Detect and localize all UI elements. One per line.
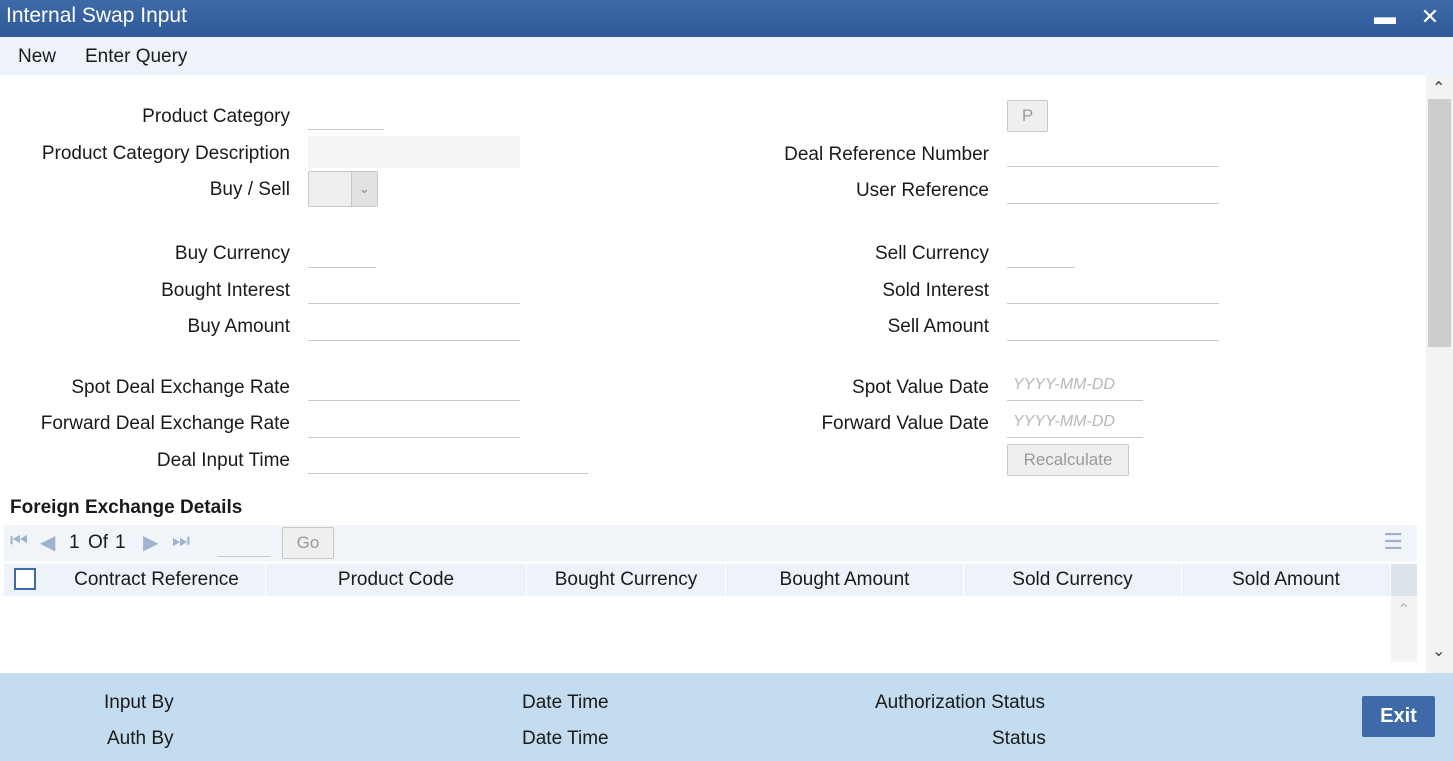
column-header-bought-currency[interactable]: Bought Currency bbox=[527, 564, 726, 596]
exit-button[interactable]: Exit bbox=[1362, 696, 1435, 737]
fx-details-grid-header: Contract Reference Product Code Bought C… bbox=[4, 564, 1417, 596]
product-category-input[interactable] bbox=[308, 98, 384, 130]
deal-input-time-label: Deal Input Time bbox=[156, 450, 290, 471]
deal-input-time-input[interactable] bbox=[308, 442, 588, 474]
fx-details-pager: ⏮ ◀ 1 Of 1 ▶ ⏭ Go ☰ bbox=[4, 525, 1417, 561]
spot-deal-exchange-rate-input[interactable] bbox=[308, 369, 520, 401]
chevron-down-icon: ⌄ bbox=[351, 172, 377, 206]
menu-bar: New Enter Query bbox=[0, 37, 1453, 75]
scroll-down-icon[interactable]: ⌄ bbox=[1432, 641, 1445, 661]
forward-deal-exchange-rate-input[interactable] bbox=[308, 406, 520, 438]
date-time-label: Date Time bbox=[522, 692, 609, 713]
spot-value-date-input[interactable] bbox=[1007, 369, 1143, 401]
scrollbar-thumb[interactable] bbox=[1428, 99, 1451, 347]
fx-details-title: Foreign Exchange Details bbox=[10, 497, 243, 518]
previous-page-icon[interactable]: ◀ bbox=[40, 530, 55, 555]
auth-date-time-label: Date Time bbox=[522, 728, 609, 749]
current-page: 1 bbox=[69, 532, 80, 553]
sold-interest-label: Sold Interest bbox=[882, 280, 989, 301]
last-page-icon[interactable]: ⏭ bbox=[172, 530, 190, 553]
product-category-label: Product Category bbox=[142, 106, 290, 127]
first-page-icon[interactable]: ⏮ bbox=[10, 530, 28, 553]
chevron-up-icon[interactable]: ⌃ bbox=[1397, 600, 1410, 620]
buy-sell-label: Buy / Sell bbox=[209, 179, 290, 200]
spot-deal-exchange-rate-label: Spot Deal Exchange Rate bbox=[71, 377, 290, 398]
total-pages: 1 bbox=[115, 532, 126, 553]
buy-sell-select[interactable]: ⌄ bbox=[308, 171, 378, 207]
product-category-description-label: Product Category Description bbox=[41, 143, 290, 164]
forward-value-date-label: Forward Value Date bbox=[821, 413, 989, 434]
sell-amount-input[interactable] bbox=[1007, 309, 1219, 341]
user-reference-label: User Reference bbox=[855, 180, 989, 201]
buy-currency-label: Buy Currency bbox=[174, 243, 290, 264]
sell-currency-input[interactable] bbox=[1007, 236, 1075, 268]
buy-currency-input[interactable] bbox=[308, 236, 376, 268]
window-title: Internal Swap Input bbox=[6, 4, 187, 27]
status-label: Status bbox=[992, 728, 1046, 749]
authorization-status-label: Authorization Status bbox=[875, 692, 1046, 713]
page-number-input[interactable] bbox=[218, 529, 270, 557]
column-settings-icon[interactable]: ☰ bbox=[1383, 529, 1403, 555]
bought-interest-label: Bought Interest bbox=[161, 280, 290, 301]
grid-scrollbar[interactable]: ⌃ bbox=[1391, 596, 1417, 662]
of-label: Of bbox=[88, 532, 109, 553]
bought-interest-input[interactable] bbox=[308, 272, 520, 304]
spot-value-date-label: Spot Value Date bbox=[852, 377, 989, 398]
column-header-contract-reference[interactable]: Contract Reference bbox=[48, 564, 266, 596]
forward-value-date-input[interactable] bbox=[1007, 406, 1143, 438]
product-category-description-input bbox=[308, 136, 520, 168]
title-bar: Internal Swap Input ▬ ✕ bbox=[0, 0, 1453, 37]
p-button[interactable]: P bbox=[1007, 100, 1048, 132]
go-button[interactable]: Go bbox=[282, 527, 334, 559]
grid-scroll-cap bbox=[1391, 564, 1417, 596]
deal-reference-number-label: Deal Reference Number bbox=[784, 144, 989, 165]
auth-by-label: Auth By bbox=[107, 728, 174, 749]
user-reference-input[interactable] bbox=[1007, 172, 1219, 204]
select-all-checkbox[interactable] bbox=[14, 568, 36, 590]
main-scrollbar[interactable]: ⌃ ⌄ bbox=[1426, 75, 1453, 673]
recalculate-button[interactable]: Recalculate bbox=[1007, 444, 1129, 476]
fx-details-grid-body: ⌃ bbox=[4, 596, 1417, 662]
buy-amount-input[interactable] bbox=[308, 309, 520, 341]
column-header-sold-currency[interactable]: Sold Currency bbox=[964, 564, 1182, 596]
sell-currency-label: Sell Currency bbox=[874, 243, 989, 264]
input-by-label: Input By bbox=[104, 692, 174, 713]
minimize-icon[interactable]: ▬ bbox=[1370, 2, 1400, 32]
sold-interest-input[interactable] bbox=[1007, 272, 1219, 304]
deal-reference-number-input[interactable] bbox=[1007, 135, 1219, 167]
form-area: Product Category P Product Category Desc… bbox=[0, 75, 1426, 673]
sell-amount-label: Sell Amount bbox=[887, 316, 989, 337]
buy-amount-label: Buy Amount bbox=[187, 316, 290, 337]
next-page-icon[interactable]: ▶ bbox=[143, 530, 158, 555]
enter-query-menu-item[interactable]: Enter Query bbox=[85, 46, 187, 68]
column-header-sold-amount[interactable]: Sold Amount bbox=[1182, 564, 1391, 596]
close-icon[interactable]: ✕ bbox=[1415, 2, 1445, 32]
column-header-bought-amount[interactable]: Bought Amount bbox=[726, 564, 964, 596]
audit-footer: Input By Date Time Authorization Status … bbox=[0, 673, 1453, 761]
new-menu-item[interactable]: New bbox=[18, 46, 56, 68]
column-header-product-code[interactable]: Product Code bbox=[266, 564, 527, 596]
scroll-up-icon[interactable]: ⌃ bbox=[1432, 78, 1445, 98]
forward-deal-exchange-rate-label: Forward Deal Exchange Rate bbox=[40, 413, 290, 434]
